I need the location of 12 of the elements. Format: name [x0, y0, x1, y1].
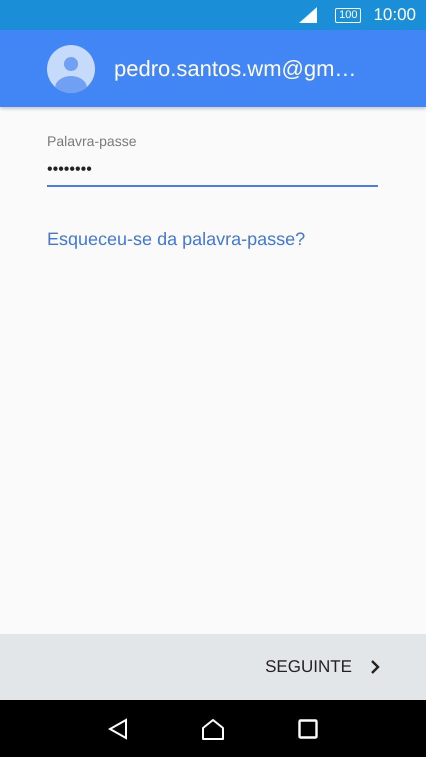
avatar-icon	[47, 44, 95, 92]
signal-icon	[299, 7, 318, 23]
battery-icon: 100	[335, 8, 362, 22]
status-time: 10:00	[373, 5, 416, 25]
chevron-right-icon	[370, 660, 380, 674]
next-button[interactable]: SEGUINTE	[265, 651, 380, 683]
password-field[interactable]: Palavra-passe ••••••••	[47, 133, 378, 187]
home-icon[interactable]	[200, 718, 225, 740]
forgot-password-link[interactable]: Esqueceu-se da palavra-passe?	[47, 229, 306, 250]
back-icon[interactable]	[108, 718, 128, 740]
recents-icon[interactable]	[298, 718, 318, 738]
account-email: pedro.santos.wm@gm…	[114, 56, 356, 82]
